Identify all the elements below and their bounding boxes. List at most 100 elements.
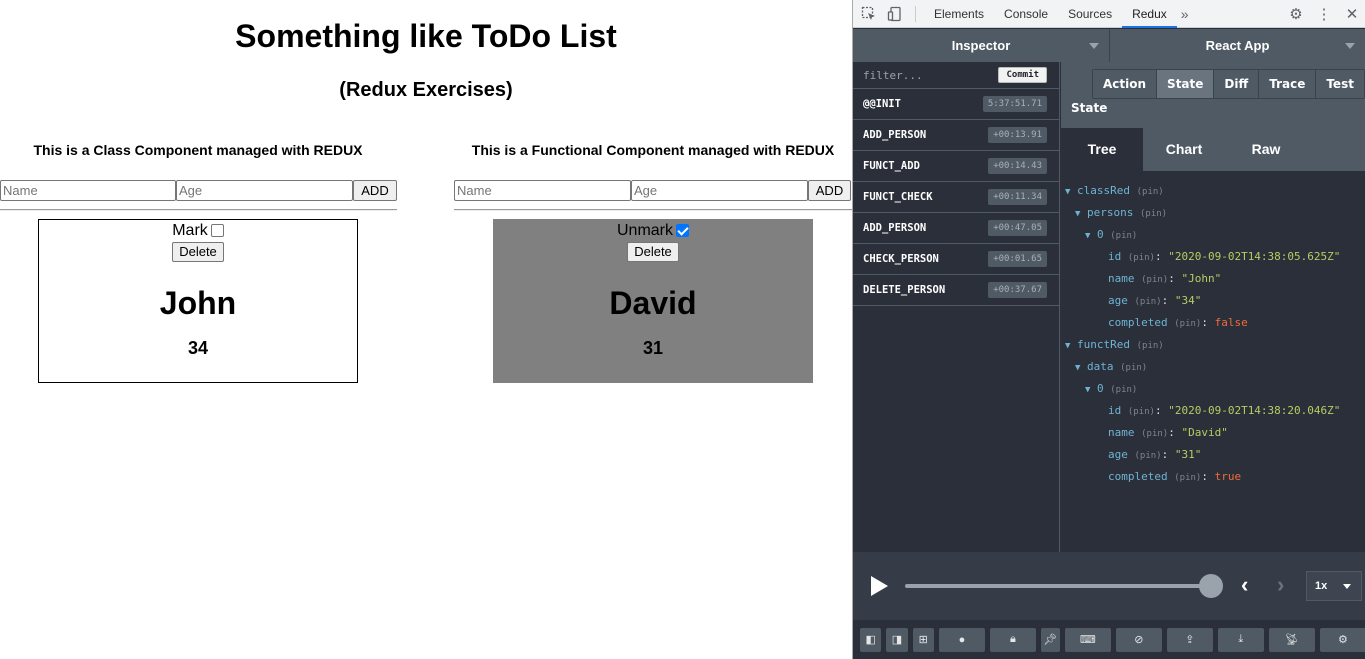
action-item[interactable]: FUNCT_ADD +00:14.43 (853, 151, 1059, 182)
persist-icon[interactable]: ⊘ (1115, 627, 1162, 652)
person-card-john: Mark Delete John 34 (38, 219, 358, 383)
delete-button[interactable]: Delete (172, 242, 224, 262)
action-item[interactable]: ADD_PERSON +00:13.91 (853, 120, 1059, 151)
pin-label: (pin) (1136, 187, 1164, 197)
more-tabs-icon[interactable]: » (1181, 6, 1189, 22)
pin-label: (pin) (1174, 319, 1202, 329)
tab-raw[interactable]: Raw (1225, 128, 1307, 171)
action-time: +00:47.05 (988, 220, 1047, 236)
tree-leaf: name (pin): "John" (1108, 272, 1222, 285)
pin-label: (pin) (1174, 473, 1202, 483)
devtools-actions: ⚙ ⋮ ✕ (1282, 0, 1365, 28)
tab-chart[interactable]: Chart (1143, 128, 1225, 171)
kebab-menu-icon[interactable]: ⋮ (1310, 5, 1338, 23)
action-time: +00:37.67 (988, 282, 1047, 298)
tab-test[interactable]: Test (1315, 70, 1364, 98)
func-age-input[interactable] (631, 180, 808, 201)
device-icon[interactable] (885, 4, 905, 24)
import-icon[interactable]: ⤓ (1217, 627, 1264, 652)
layout-left-icon[interactable]: ◧ (860, 627, 882, 652)
tab-tree[interactable]: Tree (1061, 128, 1143, 171)
tab-redux[interactable]: Redux (1122, 0, 1177, 28)
inspector-tab-group: Action State Diff Trace Test (1092, 69, 1365, 99)
mark-checkbox[interactable] (210, 223, 224, 237)
tree-key: name (1108, 426, 1135, 439)
tree-node[interactable]: ▼ 0 (pin) (1061, 224, 1365, 246)
monitor-select[interactable]: Inspector (853, 29, 1109, 62)
remote-icon[interactable]: 📡︎ (1268, 627, 1315, 652)
class-name-input[interactable] (0, 180, 176, 201)
tab-action[interactable]: Action (1093, 70, 1157, 98)
delete-button[interactable]: Delete (627, 242, 679, 262)
devtools-panel: Elements Console Sources Redux » ⚙ ⋮ ✕ I… (852, 0, 1365, 659)
tree-key: persons (1087, 206, 1134, 219)
tree-node[interactable]: ▼ classRed (pin) (1061, 180, 1365, 202)
instance-select[interactable]: React App (1109, 29, 1365, 62)
triangle-down-icon: ▼ (1085, 231, 1091, 241)
inspect-icon[interactable] (859, 4, 879, 24)
action-item[interactable]: DELETE_PERSON +00:37.67 (853, 275, 1059, 306)
action-item[interactable]: CHECK_PERSON +00:01.65 (853, 244, 1059, 275)
action-time: 5:37:51.71 (982, 96, 1047, 112)
commit-button[interactable]: Commit (998, 67, 1047, 83)
functional-component-title: This is a Functional Component managed w… (471, 142, 835, 158)
class-add-button[interactable]: ADD (353, 180, 397, 201)
person-age: 31 (642, 338, 664, 358)
toolbar-separator (915, 5, 916, 22)
chevron-right-icon[interactable]: › (1277, 572, 1284, 598)
time-slider-thumb[interactable] (1199, 574, 1223, 598)
action-time: +00:01.65 (988, 251, 1047, 267)
layout-bottom-icon[interactable]: ⊞ (912, 627, 934, 652)
action-name: @@INIT (863, 98, 901, 110)
tree-key: age (1108, 294, 1128, 307)
pin-label: (pin) (1110, 231, 1138, 241)
pin-icon[interactable]: 📌︎ (1041, 627, 1060, 652)
action-name: ADD_PERSON (863, 129, 927, 141)
action-time: +00:13.91 (988, 127, 1047, 143)
action-item[interactable]: FUNCT_CHECK +00:11.34 (853, 182, 1059, 213)
person-card-david: Unmark Delete David 31 (493, 219, 813, 383)
mark-label: Mark (172, 222, 208, 239)
record-icon[interactable]: ● (938, 627, 985, 652)
action-time: +00:11.34 (988, 189, 1047, 205)
tree-value: "34" (1174, 294, 1202, 307)
tree-node[interactable]: ▼ functRed (pin) (1061, 334, 1365, 356)
tree-node[interactable]: ▼ persons (pin) (1061, 202, 1365, 224)
dispatcher-icon[interactable]: ⌨ (1064, 627, 1111, 652)
action-item[interactable]: ADD_PERSON +00:47.05 (853, 213, 1059, 244)
tree-value: "2020-09-02T14:38:05.625Z" (1168, 250, 1341, 263)
filter-input[interactable]: filter... (863, 69, 998, 82)
tab-console[interactable]: Console (994, 0, 1058, 28)
tab-trace[interactable]: Trace (1258, 70, 1316, 98)
gear-icon[interactable]: ⚙ (1282, 5, 1310, 23)
func-add-button[interactable]: ADD (808, 180, 851, 201)
state-pane: Action State Diff Trace Test State Tree … (1061, 62, 1365, 552)
tree-leaf: name (pin): "David" (1108, 426, 1228, 439)
gear-icon[interactable]: ⚙ (1319, 627, 1365, 652)
action-name: FUNCT_ADD (863, 160, 920, 172)
close-icon[interactable]: ✕ (1338, 5, 1365, 23)
class-add-form: ADD (0, 180, 397, 201)
tree-node[interactable]: ▼ data (pin) (1061, 356, 1365, 378)
speed-select[interactable]: 1x (1306, 571, 1362, 601)
tree-key: data (1087, 360, 1114, 373)
func-name-input[interactable] (454, 180, 631, 201)
tree-node[interactable]: ▼ 0 (pin) (1061, 378, 1365, 400)
layout-right-icon[interactable]: ◨ (886, 627, 908, 652)
triangle-down-icon: ▼ (1065, 187, 1071, 197)
chevron-left-icon[interactable]: ‹ (1241, 572, 1248, 598)
time-slider-track[interactable] (905, 584, 1211, 588)
tree-value: "David" (1181, 426, 1228, 439)
tab-state[interactable]: State (1156, 70, 1214, 98)
tree-value: true (1214, 470, 1242, 483)
export-icon[interactable]: ⇪ (1166, 627, 1213, 652)
tab-elements[interactable]: Elements (924, 0, 994, 28)
inspector-header: Action State Diff Trace Test State (1061, 62, 1365, 128)
unmark-checkbox[interactable] (676, 223, 689, 237)
lock-icon[interactable]: 🔒︎ (989, 627, 1036, 652)
tab-diff[interactable]: Diff (1213, 70, 1259, 98)
class-age-input[interactable] (176, 180, 353, 201)
tab-sources[interactable]: Sources (1058, 0, 1122, 28)
play-icon[interactable] (871, 576, 888, 596)
action-item[interactable]: @@INIT 5:37:51.71 (853, 89, 1059, 120)
